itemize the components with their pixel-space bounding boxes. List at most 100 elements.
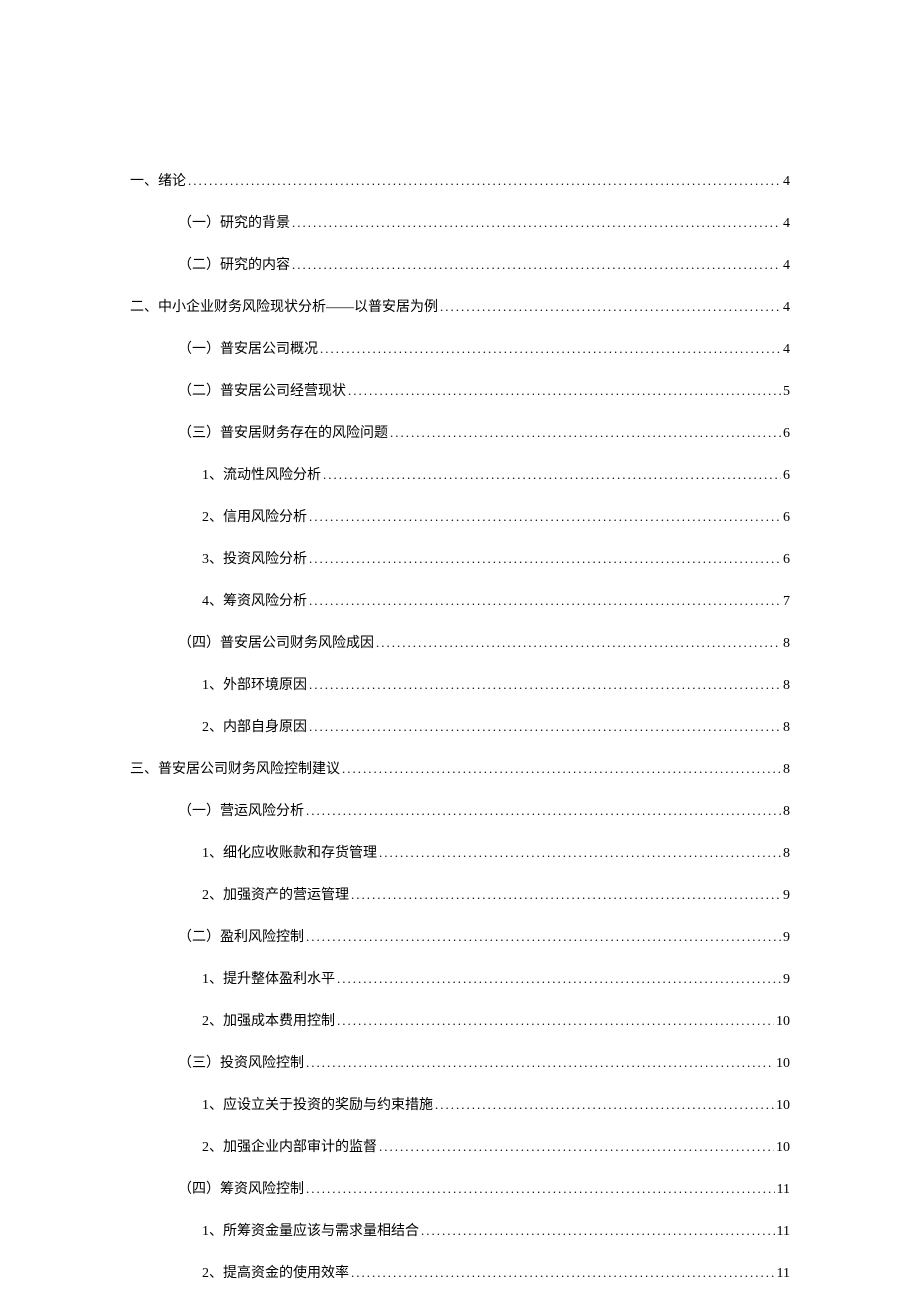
toc-entry-page: 8 [783, 846, 790, 862]
toc-dots-leader: ........................................… [351, 887, 781, 903]
toc-entry: 2、内部自身原因................................… [130, 716, 790, 736]
toc-dots-leader: ........................................… [309, 509, 781, 525]
toc-entry-page: 4 [783, 300, 790, 316]
toc-entry: 3、投资风险分析................................… [130, 548, 790, 568]
toc-entry-page: 10 [776, 1056, 790, 1072]
toc-entry: 2、加强企业内部审计的监督...........................… [130, 1136, 790, 1156]
toc-dots-leader: ........................................… [435, 1097, 774, 1113]
toc-entry-text: 2、提高资金的使用效率 [202, 1262, 349, 1282]
toc-entry-page: 9 [783, 888, 790, 904]
toc-dots-leader: ........................................… [292, 257, 781, 273]
toc-entry-text: 4、筹资风险分析 [202, 590, 307, 610]
toc-entry: （一）普安居公司概况..............................… [130, 338, 790, 358]
toc-entry: 1、外部环境原因................................… [130, 674, 790, 694]
toc-entry: （一）研究的背景................................… [130, 212, 790, 232]
toc-entry-text: 2、内部自身原因 [202, 716, 307, 736]
toc-entry: （三）投资风险控制...............................… [130, 1052, 790, 1072]
toc-entry-text: 1、流动性风险分析 [202, 464, 321, 484]
toc-entry-page: 9 [783, 972, 790, 988]
toc-dots-leader: ........................................… [306, 1181, 775, 1197]
toc-dots-leader: ........................................… [309, 593, 781, 609]
toc-entry-text: （二）盈利风险控制 [178, 926, 304, 946]
toc-entry: 一、绪论....................................… [130, 170, 790, 190]
toc-dots-leader: ........................................… [306, 1055, 774, 1071]
toc-entry-page: 4 [783, 174, 790, 190]
toc-entry-page: 4 [783, 216, 790, 232]
toc-entry-text: 1、应设立关于投资的奖励与约束措施 [202, 1094, 433, 1114]
toc-dots-leader: ........................................… [376, 635, 781, 651]
toc-entry-text: 1、所筹资金量应该与需求量相结合 [202, 1220, 419, 1240]
toc-entry-text: 2、信用风险分析 [202, 506, 307, 526]
toc-entry: （二）盈利风险控制...............................… [130, 926, 790, 946]
toc-entry-text: （一）研究的背景 [178, 212, 290, 232]
toc-entry-text: 2、加强成本费用控制 [202, 1010, 335, 1030]
toc-dots-leader: ........................................… [323, 467, 781, 483]
toc-entry-text: 3、投资风险分析 [202, 548, 307, 568]
toc-entry: 1、流动性风险分析...............................… [130, 464, 790, 484]
toc-entry-text: （一）普安居公司概况 [178, 338, 318, 358]
toc-dots-leader: ........................................… [390, 425, 781, 441]
toc-entry: 二、中小企业财务风险现状分析——以普安居为例..................… [130, 296, 790, 316]
toc-entry-page: 10 [776, 1140, 790, 1156]
toc-entry: 4、筹资风险分析................................… [130, 590, 790, 610]
toc-entry: 1、应设立关于投资的奖励与约束措施.......................… [130, 1094, 790, 1114]
toc-entry-page: 9 [783, 930, 790, 946]
toc-dots-leader: ........................................… [309, 719, 781, 735]
toc-entry-text: 三、普安居公司财务风险控制建议 [130, 758, 340, 778]
toc-entry-page: 8 [783, 636, 790, 652]
toc-entry-page: 6 [783, 468, 790, 484]
toc-entry: 2、加强资产的营运管理.............................… [130, 884, 790, 904]
toc-entry-text: 1、细化应收账款和存货管理 [202, 842, 377, 862]
toc-dots-leader: ........................................… [309, 677, 781, 693]
toc-entry: 三、普安居公司财务风险控制建议.........................… [130, 758, 790, 778]
toc-entry-page: 4 [783, 258, 790, 274]
toc-entry-text: 一、绪论 [130, 170, 186, 190]
toc-entry-text: 2、加强资产的营运管理 [202, 884, 349, 904]
toc-entry: 2、加强成本费用控制..............................… [130, 1010, 790, 1030]
toc-dots-leader: ........................................… [421, 1223, 775, 1239]
toc-entry-page: 11 [777, 1224, 790, 1240]
toc-entry: （一）营运风险分析...............................… [130, 800, 790, 820]
toc-dots-leader: ........................................… [337, 1013, 774, 1029]
toc-dots-leader: ........................................… [348, 383, 781, 399]
toc-entry: （四）普安居公司财务风险成因..........................… [130, 632, 790, 652]
toc-dots-leader: ........................................… [337, 971, 781, 987]
toc-entry-page: 10 [776, 1098, 790, 1114]
toc-entry-text: （二）研究的内容 [178, 254, 290, 274]
toc-entry: 2、提高资金的使用效率.............................… [130, 1262, 790, 1282]
toc-dots-leader: ........................................… [379, 1139, 774, 1155]
toc-dots-leader: ........................................… [342, 761, 781, 777]
toc-entry-text: （四）普安居公司财务风险成因 [178, 632, 374, 652]
toc-entry-page: 11 [777, 1266, 790, 1282]
toc-entry-page: 6 [783, 552, 790, 568]
toc-entry-page: 4 [783, 342, 790, 358]
toc-entry-text: （四）筹资风险控制 [178, 1178, 304, 1198]
toc-entry: （二）研究的内容................................… [130, 254, 790, 274]
toc-entry: （二）普安居公司经营现状............................… [130, 380, 790, 400]
toc-entry-page: 11 [777, 1182, 790, 1198]
toc-dots-leader: ........................................… [292, 215, 781, 231]
toc-entry: 1、细化应收账款和存货管理...........................… [130, 842, 790, 862]
toc-entry: （四）筹资风险控制...............................… [130, 1178, 790, 1198]
toc-entry-text: 2、加强企业内部审计的监督 [202, 1136, 377, 1156]
toc-dots-leader: ........................................… [309, 551, 781, 567]
toc-entry-page: 10 [776, 1014, 790, 1030]
toc-dots-leader: ........................................… [306, 803, 781, 819]
toc-entry: （三）普安居财务存在的风险问题.........................… [130, 422, 790, 442]
table-of-contents: 一、绪论....................................… [130, 170, 790, 1282]
toc-entry-text: （一）营运风险分析 [178, 800, 304, 820]
toc-dots-leader: ........................................… [440, 299, 781, 315]
toc-entry-text: 1、提升整体盈利水平 [202, 968, 335, 988]
toc-entry-text: （三）投资风险控制 [178, 1052, 304, 1072]
toc-dots-leader: ........................................… [320, 341, 781, 357]
toc-dots-leader: ........................................… [379, 845, 781, 861]
toc-entry: 1、所筹资金量应该与需求量相结合........................… [130, 1220, 790, 1240]
toc-dots-leader: ........................................… [351, 1265, 775, 1281]
toc-entry-text: 1、外部环境原因 [202, 674, 307, 694]
toc-entry-text: 二、中小企业财务风险现状分析——以普安居为例 [130, 296, 438, 316]
toc-entry-page: 7 [783, 594, 790, 610]
toc-entry-page: 8 [783, 804, 790, 820]
toc-dots-leader: ........................................… [188, 173, 781, 189]
toc-entry-page: 8 [783, 762, 790, 778]
toc-entry: 1、提升整体盈利水平..............................… [130, 968, 790, 988]
